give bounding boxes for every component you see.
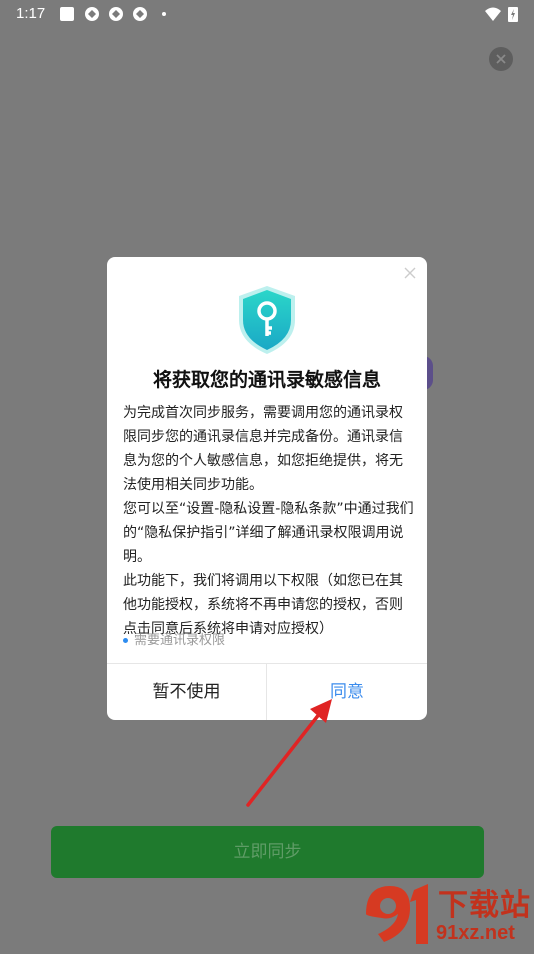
wifi-icon	[484, 6, 501, 22]
notification-square-icon	[59, 6, 75, 22]
permission-item: 需要通讯录权限	[123, 629, 225, 648]
dialog-paragraph: 您可以至“设置-隐私设置-隐私条款”中通过我们的“隐私保护指引”详细了解通讯录权…	[123, 501, 414, 565]
red-arrow-annotation-icon	[240, 695, 340, 810]
close-page-icon[interactable]	[489, 47, 513, 71]
dialog-title: 将获取您的通讯录敏感信息	[152, 369, 381, 391]
status-time: 1:17	[16, 5, 46, 22]
sync-notification-icon	[84, 6, 100, 22]
sync-notification-icon	[132, 6, 148, 22]
sync-now-button[interactable]: 立即同步	[51, 826, 484, 878]
watermark-91-icon	[366, 884, 428, 944]
sync-notification-icon	[108, 6, 124, 22]
battery-charging-icon	[508, 6, 518, 22]
permission-dialog: 将获取您的通讯录敏感信息 为完成首次同步服务，需要调用您的通讯录权限同步您的通讯…	[107, 257, 427, 720]
status-bar: 1:17	[0, 0, 534, 28]
dialog-paragraph: 为完成首次同步服务，需要调用您的通讯录权限同步您的通讯录信息并完成备份。通讯录信…	[123, 405, 403, 493]
shield-key-icon	[235, 284, 299, 356]
watermark-url: 91xz.net	[436, 922, 515, 944]
watermark-logo: 下载站 91xz.net	[360, 878, 534, 950]
watermark-title: 下载站	[438, 888, 531, 923]
more-notifications-dot-icon	[162, 12, 166, 16]
permission-label: 需要通讯录权限	[134, 633, 226, 648]
dialog-body: 为完成首次同步服务，需要调用您的通讯录权限同步您的通讯录信息并完成备份。通讯录信…	[123, 401, 415, 641]
dialog-close-icon[interactable]	[403, 265, 417, 279]
bullet-dot-icon	[123, 638, 128, 643]
